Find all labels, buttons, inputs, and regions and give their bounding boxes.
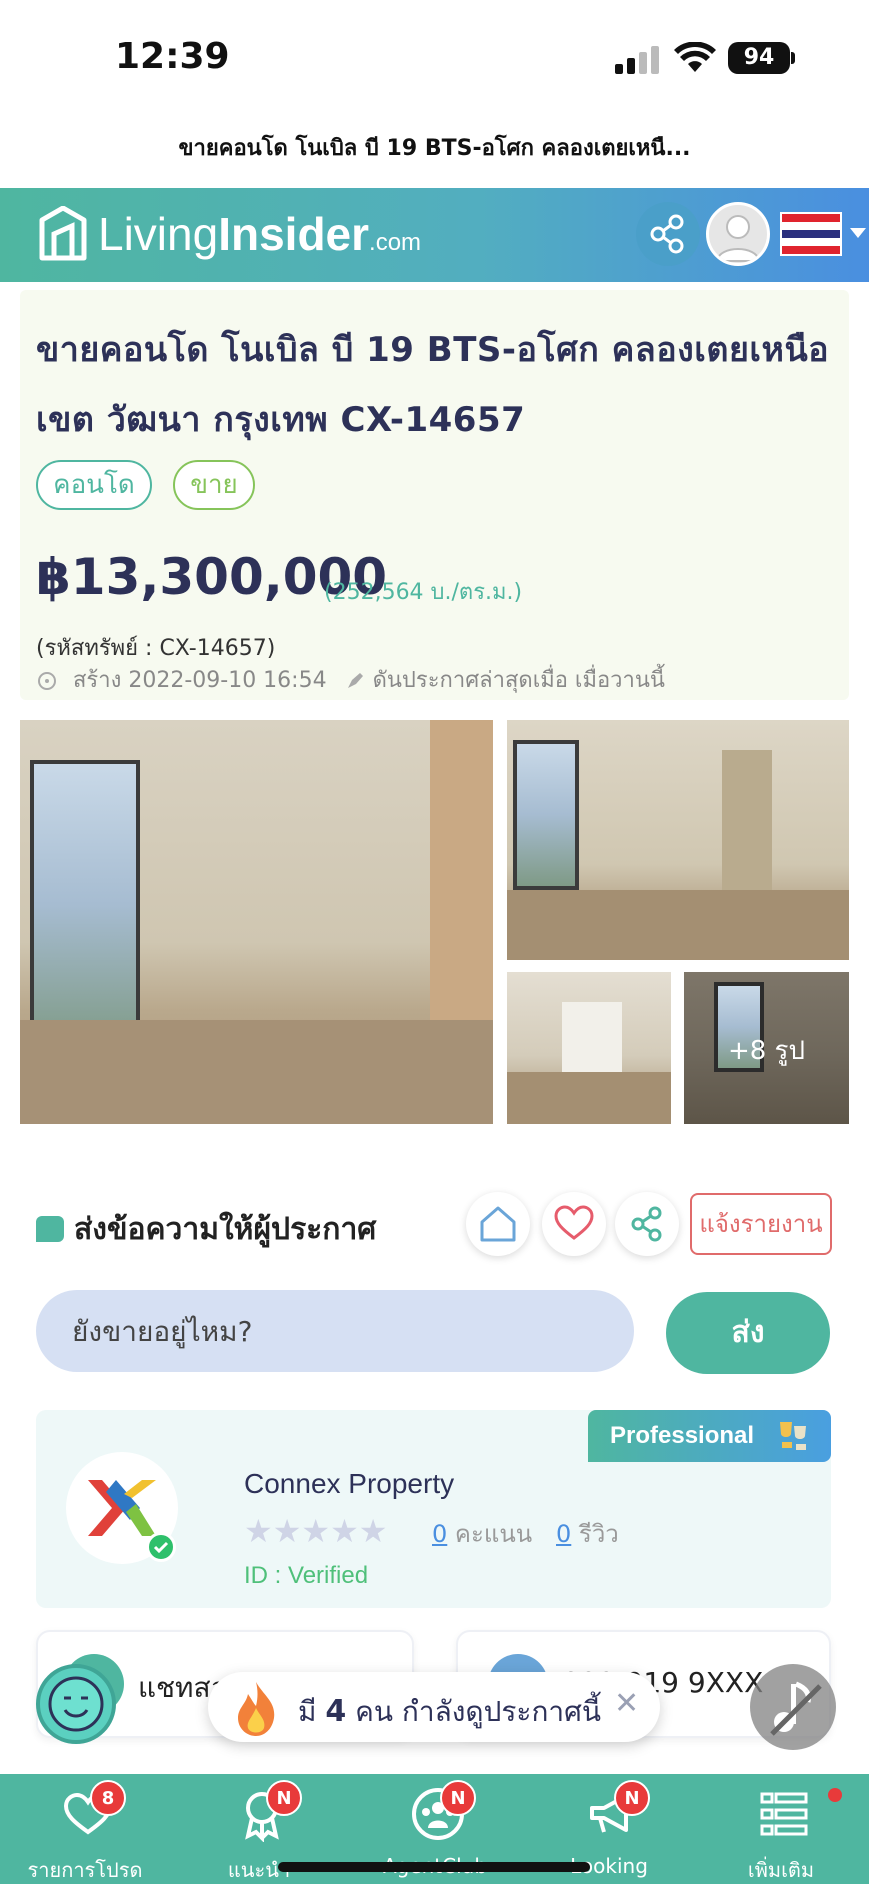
favorite-button[interactable]	[542, 1192, 606, 1256]
star-icon: ★	[272, 1512, 302, 1550]
checkmark-icon	[153, 1541, 169, 1554]
kitchen-area	[562, 1002, 622, 1072]
header-share-button[interactable]	[636, 202, 700, 266]
battery-tip	[791, 52, 795, 64]
viewers-count: 4	[325, 1694, 347, 1729]
logo-suffix-text: .com	[369, 229, 422, 256]
site-logo[interactable]: LivingInsider.com	[98, 208, 421, 269]
listing-photo-3[interactable]	[507, 972, 671, 1124]
rating-stars: ★★★★★	[244, 1512, 387, 1550]
status-time: 12:39	[115, 36, 230, 77]
cellular-signal-icon	[615, 46, 661, 74]
logo-bold-text: Insider	[218, 208, 370, 260]
music-player-button[interactable]	[750, 1664, 836, 1750]
star-icon: ★	[358, 1512, 388, 1550]
rocket-icon	[347, 673, 363, 688]
listing-title: ขายคอนโด โนเบิล บี 19 BTS-อโศก คลองเตยเห…	[36, 330, 830, 440]
window-view	[513, 740, 579, 890]
price-per-sqm: (252,564 บ./ตร.ม.)	[324, 580, 523, 605]
share-icon	[650, 214, 684, 254]
browser-page-title: ขายคอนโด โนเบิล บี 19 BTS-อโศก คลองเตยเห…	[178, 136, 691, 161]
chat-assistant-button[interactable]	[36, 1664, 116, 1744]
share-listing-button[interactable]	[615, 1192, 679, 1256]
favorites-badge: 8	[90, 1780, 126, 1816]
review-value[interactable]: 0	[556, 1520, 571, 1548]
viewers-prefix: มี	[298, 1695, 317, 1728]
status-bar: 12:39 94	[0, 0, 869, 115]
menu-grid-icon	[760, 1792, 808, 1836]
created-date: สร้าง 2022-09-10 16:54	[73, 668, 327, 693]
site-header: LivingInsider.com	[0, 188, 869, 282]
share-icon	[631, 1206, 662, 1242]
compare-home-button[interactable]	[466, 1192, 530, 1256]
review-count[interactable]: 0 รีวิว	[556, 1514, 619, 1553]
listing-photo-2[interactable]	[507, 720, 849, 960]
battery-indicator: 94	[728, 42, 790, 74]
score-value[interactable]: 0	[432, 1520, 447, 1548]
smiley-face-icon	[48, 1676, 104, 1732]
livinginsider-logo-icon[interactable]	[38, 206, 88, 262]
send-button[interactable]: ส่ง	[666, 1292, 830, 1374]
verified-check-icon	[146, 1532, 176, 1562]
tag-condo[interactable]: คอนโด	[36, 460, 152, 510]
fire-icon	[238, 1682, 275, 1736]
score-count[interactable]: 0 คะแนน	[432, 1514, 532, 1553]
language-dropdown-icon[interactable]	[850, 228, 866, 238]
nav-more[interactable]: เพิ่มเติม	[706, 1774, 856, 1884]
user-icon	[715, 215, 761, 262]
home-indicator	[278, 1862, 590, 1872]
star-icon: ★	[244, 1512, 273, 1550]
viewers-suffix: คน กำลังดูประกาศนี้	[355, 1695, 602, 1728]
thai-flag-icon[interactable]	[780, 212, 842, 256]
viewers-toast: มี 4 คน กำลังดูประกาศนี้ ✕	[208, 1672, 660, 1742]
heart-icon	[554, 1205, 594, 1240]
star-icon: ★	[330, 1512, 359, 1550]
floor	[20, 1020, 493, 1124]
listing-meta: สร้าง 2022-09-10 16:54 ดันประกาศล่าสุดเม…	[36, 662, 665, 697]
looking-badge: N	[614, 1780, 650, 1816]
nav-label: รายการโปรด	[27, 1858, 143, 1882]
more-notification-dot	[828, 1788, 842, 1802]
property-code: (รหัสทรัพย์ : CX-14657)	[36, 636, 276, 661]
user-avatar[interactable]	[706, 202, 770, 266]
more-photos-label[interactable]: +8 รูป	[684, 1030, 849, 1071]
recommend-badge: N	[266, 1780, 302, 1816]
nav-favorites[interactable]: 8 รายการโปรด	[10, 1774, 160, 1884]
nav-label: เพิ่มเติม	[747, 1858, 815, 1882]
report-button[interactable]: แจ้งรายงาน	[690, 1193, 832, 1255]
review-label: รีวิว	[578, 1520, 619, 1548]
score-label: คะแนน	[454, 1520, 533, 1548]
floor	[507, 890, 849, 960]
tag-sale[interactable]: ขาย	[173, 460, 255, 510]
star-icon: ★	[301, 1512, 331, 1550]
floor	[507, 1072, 671, 1124]
logo-light-text: Living	[98, 208, 219, 260]
window-view	[30, 760, 140, 1050]
doorway	[722, 750, 772, 900]
close-icon[interactable]: ✕	[614, 1686, 639, 1721]
message-heading: ส่งข้อความให้ผู้ประกาศ	[74, 1212, 377, 1247]
trophy-icon	[780, 1422, 806, 1450]
wifi-icon	[674, 42, 716, 72]
music-note-icon	[770, 1681, 822, 1736]
home-icon	[480, 1206, 516, 1242]
boosted-date: ดันประกาศล่าสุดเมื่อ เมื่อวานนี้	[372, 668, 665, 693]
agentclub-badge: N	[440, 1780, 476, 1816]
agent-name[interactable]: Connex Property	[244, 1468, 454, 1500]
viewers-text: มี 4 คน กำลังดูประกาศนี้	[298, 1690, 601, 1734]
message-icon	[36, 1216, 64, 1242]
message-input[interactable]	[36, 1290, 634, 1372]
clock-icon	[38, 672, 56, 690]
agent-id-status: ID : Verified	[244, 1562, 369, 1589]
listing-photo-main[interactable]	[20, 720, 493, 1124]
